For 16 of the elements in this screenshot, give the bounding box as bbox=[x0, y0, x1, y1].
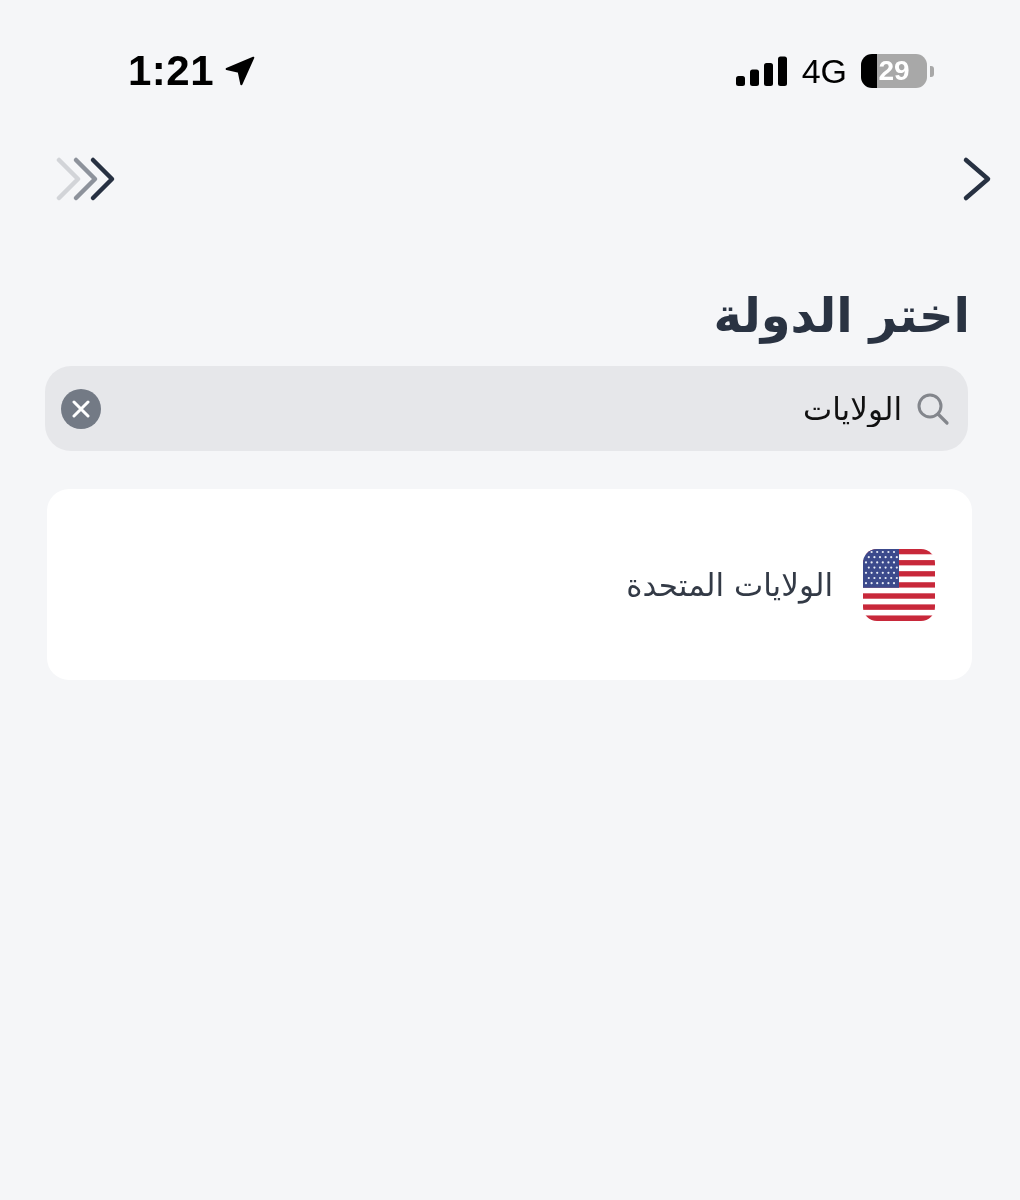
battery-indicator: 29 bbox=[861, 54, 934, 88]
page-title: اختر الدولة bbox=[713, 286, 970, 346]
status-time: 1:21 bbox=[128, 47, 215, 95]
country-name: الولايات المتحدة bbox=[626, 566, 833, 603]
search-field[interactable]: الولايات bbox=[45, 366, 968, 451]
search-icon bbox=[916, 391, 950, 426]
flag-icon bbox=[863, 548, 935, 621]
location-arrow-icon bbox=[224, 55, 257, 87]
close-icon bbox=[72, 399, 90, 418]
network-type: 4G bbox=[801, 51, 847, 91]
country-row[interactable]: الولايات المتحدة bbox=[47, 489, 972, 680]
clear-search-button[interactable] bbox=[61, 388, 101, 429]
search-input[interactable]: الولايات bbox=[115, 384, 902, 433]
back-button[interactable] bbox=[962, 156, 992, 202]
chevron-right-icon bbox=[962, 156, 992, 202]
signal-icon bbox=[735, 56, 788, 86]
